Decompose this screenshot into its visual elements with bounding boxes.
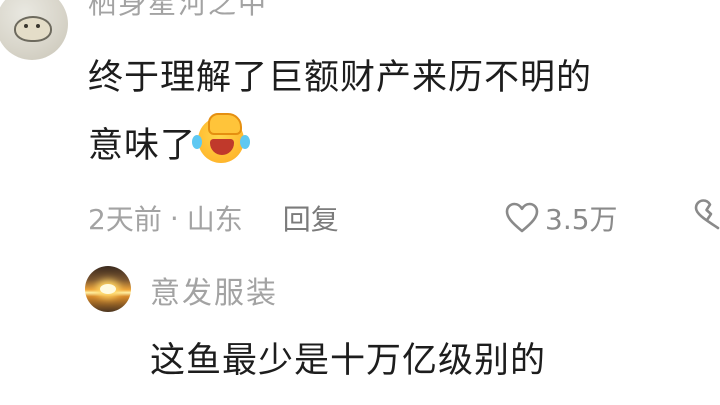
avatar-eye	[24, 24, 28, 28]
facepalm-laugh-emoji	[192, 113, 251, 163]
comment-text-line: 终于理解了巨额财产来历不明的	[88, 58, 593, 98]
comment-text: 终于理解了巨额财产来历不明的 意味了	[88, 44, 718, 180]
comment-thread: 栖身星河之中 终于理解了巨额财产来历不明的 意味了 2天前 · 山东 回复 3.…	[0, 0, 720, 405]
comment-meta: 2天前 · 山东 回复	[88, 196, 339, 240]
heart-icon	[505, 202, 539, 233]
like-button[interactable]: 3.5万	[505, 196, 618, 240]
comment-text-line: 意味了	[88, 112, 718, 180]
avatar[interactable]	[0, 0, 68, 60]
like-count: 3.5万	[545, 203, 618, 236]
meta-separator: ·	[169, 201, 179, 235]
reply-text: 这鱼最少是十万亿级别的	[150, 341, 547, 381]
comment-time: 2天前	[88, 203, 162, 236]
reply-button[interactable]: 回复	[283, 198, 339, 238]
comment-text-fragment: 意味了	[88, 126, 197, 166]
broken-heart-icon[interactable]	[694, 198, 720, 234]
reply-username[interactable]: 意发服装	[150, 268, 278, 312]
avatar-eye	[36, 24, 40, 28]
avatar-sun	[100, 284, 116, 294]
username[interactable]: 栖身星河之中	[88, 0, 268, 22]
avatar-figure	[14, 16, 52, 42]
reply-avatar[interactable]	[85, 266, 131, 312]
comment-location: 山东	[186, 203, 243, 236]
